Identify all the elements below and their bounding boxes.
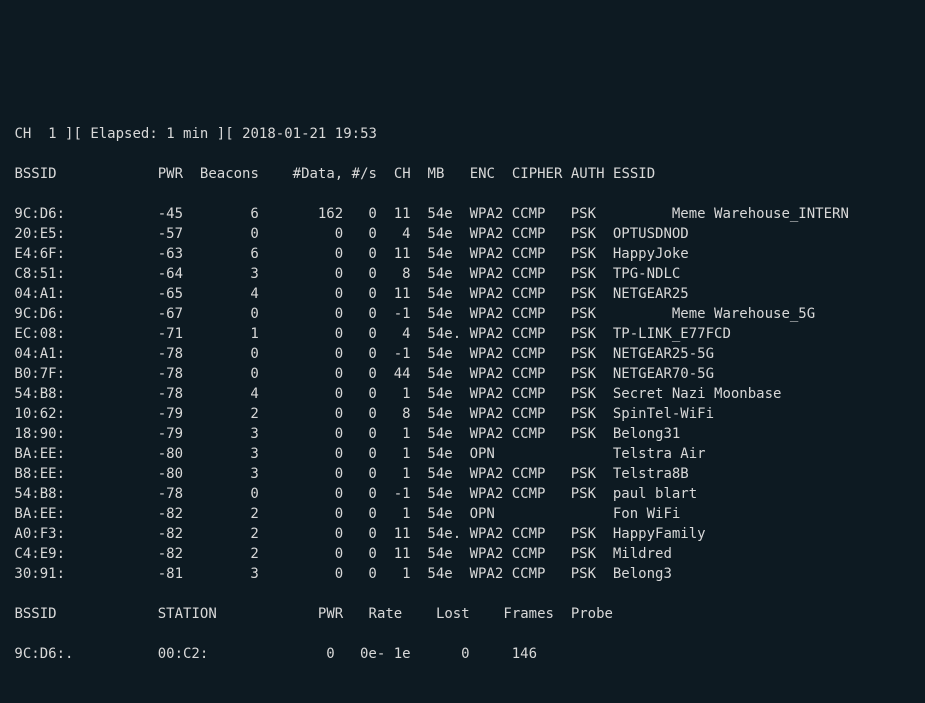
ap-header-row: BSSID PWR Beacons #Data, #/s CH MB ENC C… bbox=[6, 166, 655, 182]
station-header-row: BSSID STATION PWR Rate Lost Frames Probe bbox=[6, 606, 613, 622]
ap-row: B0:7F: -78 0 0 0 44 54e WPA2 CCMP PSK NE… bbox=[6, 366, 714, 382]
ap-row: BA:EE: -82 2 0 0 1 54e OPN Fon WiFi bbox=[6, 506, 680, 522]
ap-row: BA:EE: -80 3 0 0 1 54e OPN Telstra Air bbox=[6, 446, 706, 462]
ap-row: 18:90: -79 3 0 0 1 54e WPA2 CCMP PSK Bel… bbox=[6, 426, 680, 442]
ap-row: B8:EE: -80 3 0 0 1 54e WPA2 CCMP PSK Tel… bbox=[6, 466, 689, 482]
ap-row: 54:B8: -78 0 0 0 -1 54e WPA2 CCMP PSK pa… bbox=[6, 486, 697, 502]
station-row: 9C:D6:. 00:C2: 0 0e- 1e 0 146 bbox=[6, 646, 554, 662]
ap-row: 04:A1: -65 4 0 0 11 54e WPA2 CCMP PSK NE… bbox=[6, 286, 689, 302]
ap-row: C8:51: -64 3 0 0 8 54e WPA2 CCMP PSK TPG… bbox=[6, 266, 680, 282]
ap-row: C4:E9: -82 2 0 0 11 54e WPA2 CCMP PSK Mi… bbox=[6, 546, 672, 562]
ap-row: A0:F3: -82 2 0 0 11 54e. WPA2 CCMP PSK H… bbox=[6, 526, 706, 542]
ap-row: EC:08: -71 1 0 0 4 54e. WPA2 CCMP PSK TP… bbox=[6, 326, 731, 342]
ap-row: 30:91: -81 3 0 0 1 54e WPA2 CCMP PSK Bel… bbox=[6, 566, 672, 582]
terminal-screen: CH 1 ][ Elapsed: 1 min ][ 2018-01-21 19:… bbox=[0, 100, 925, 603]
ap-row: 20:E5: -57 0 0 0 4 54e WPA2 CCMP PSK OPT… bbox=[6, 226, 689, 242]
ap-row: 54:B8: -78 4 0 0 1 54e WPA2 CCMP PSK Sec… bbox=[6, 386, 781, 402]
status-line: CH 1 ][ Elapsed: 1 min ][ 2018-01-21 19:… bbox=[6, 126, 377, 142]
ap-table-body: 9C:D6: -45 6 162 0 11 54e WPA2 CCMP PSK … bbox=[6, 204, 919, 584]
station-table-body: 9C:D6:. 00:C2: 0 0e- 1e 0 146 bbox=[6, 644, 919, 664]
ap-row: 9C:D6: -45 6 162 0 11 54e WPA2 CCMP PSK … bbox=[6, 206, 849, 222]
ap-row: 04:A1: -78 0 0 0 -1 54e WPA2 CCMP PSK NE… bbox=[6, 346, 714, 362]
ap-row: 10:62: -79 2 0 0 8 54e WPA2 CCMP PSK Spi… bbox=[6, 406, 714, 422]
ap-row: 9C:D6: -67 0 0 0 -1 54e WPA2 CCMP PSK Me… bbox=[6, 306, 815, 322]
ap-row: E4:6F: -63 6 0 0 11 54e WPA2 CCMP PSK Ha… bbox=[6, 246, 689, 262]
